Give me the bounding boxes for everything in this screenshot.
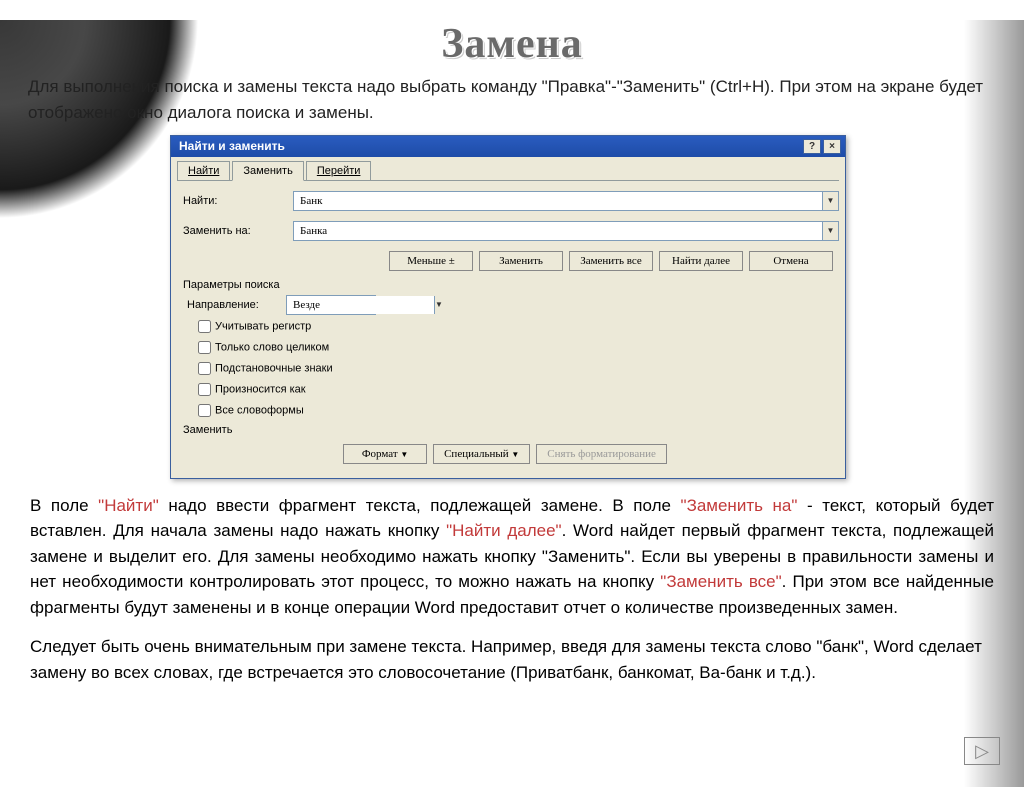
replace-label: Заменить на:: [183, 225, 293, 237]
replace-combo[interactable]: ▼: [293, 221, 839, 241]
direction-input[interactable]: [287, 296, 434, 314]
dropdown-icon[interactable]: ▼: [434, 296, 443, 314]
dropdown-icon[interactable]: ▼: [822, 192, 838, 210]
replace-input[interactable]: [294, 222, 822, 240]
find-label: Найти:: [183, 195, 293, 207]
intro-paragraph: Для выполнения поиска и замены текста на…: [28, 74, 996, 127]
find-input[interactable]: [294, 192, 822, 210]
dropdown-icon[interactable]: ▼: [822, 222, 838, 240]
check-match-case[interactable]: Учитывать регистр: [197, 317, 839, 336]
clear-formatting-button: Снять форматирование: [536, 444, 667, 464]
params-group-label: Параметры поиска: [183, 279, 839, 291]
find-next-button[interactable]: Найти далее: [659, 251, 743, 271]
cancel-button[interactable]: Отмена: [749, 251, 833, 271]
explanation-paragraph: В поле "Найти" надо ввести фрагмент текс…: [30, 493, 994, 621]
next-slide-button[interactable]: ▷: [964, 737, 1000, 765]
less-button[interactable]: Меньше ±: [389, 251, 473, 271]
replace-button[interactable]: Заменить: [479, 251, 563, 271]
replace-all-button[interactable]: Заменить все: [569, 251, 653, 271]
direction-label: Направление:: [187, 299, 282, 311]
page-title: Замена: [0, 20, 1024, 68]
dialog-screenshot: Найти и заменить ? × Найти Заменить Пере…: [170, 135, 846, 479]
check-wildcards[interactable]: Подстановочные знаки: [197, 359, 839, 378]
dialog-title: Найти и заменить: [179, 139, 285, 153]
tab-find[interactable]: Найти: [177, 161, 230, 180]
dialog-titlebar[interactable]: Найти и заменить ? ×: [171, 136, 845, 157]
check-sounds-like[interactable]: Произносится как: [197, 380, 839, 399]
chevron-right-icon: ▷: [975, 741, 989, 762]
find-combo[interactable]: ▼: [293, 191, 839, 211]
tab-replace[interactable]: Заменить: [232, 161, 303, 181]
warning-paragraph: Следует быть очень внимательным при заме…: [30, 634, 994, 685]
replace-group-label: Заменить: [183, 424, 839, 436]
special-button[interactable]: Специальный ▼: [433, 444, 530, 464]
check-word-forms[interactable]: Все словоформы: [197, 401, 839, 420]
decorative-right-edge: [964, 20, 1024, 787]
format-button[interactable]: Формат ▼: [343, 444, 427, 464]
help-icon[interactable]: ?: [803, 139, 821, 154]
direction-combo[interactable]: ▼: [286, 295, 376, 315]
check-whole-word[interactable]: Только слово целиком: [197, 338, 839, 357]
tab-goto[interactable]: Перейти: [306, 161, 372, 180]
close-icon[interactable]: ×: [823, 139, 841, 154]
